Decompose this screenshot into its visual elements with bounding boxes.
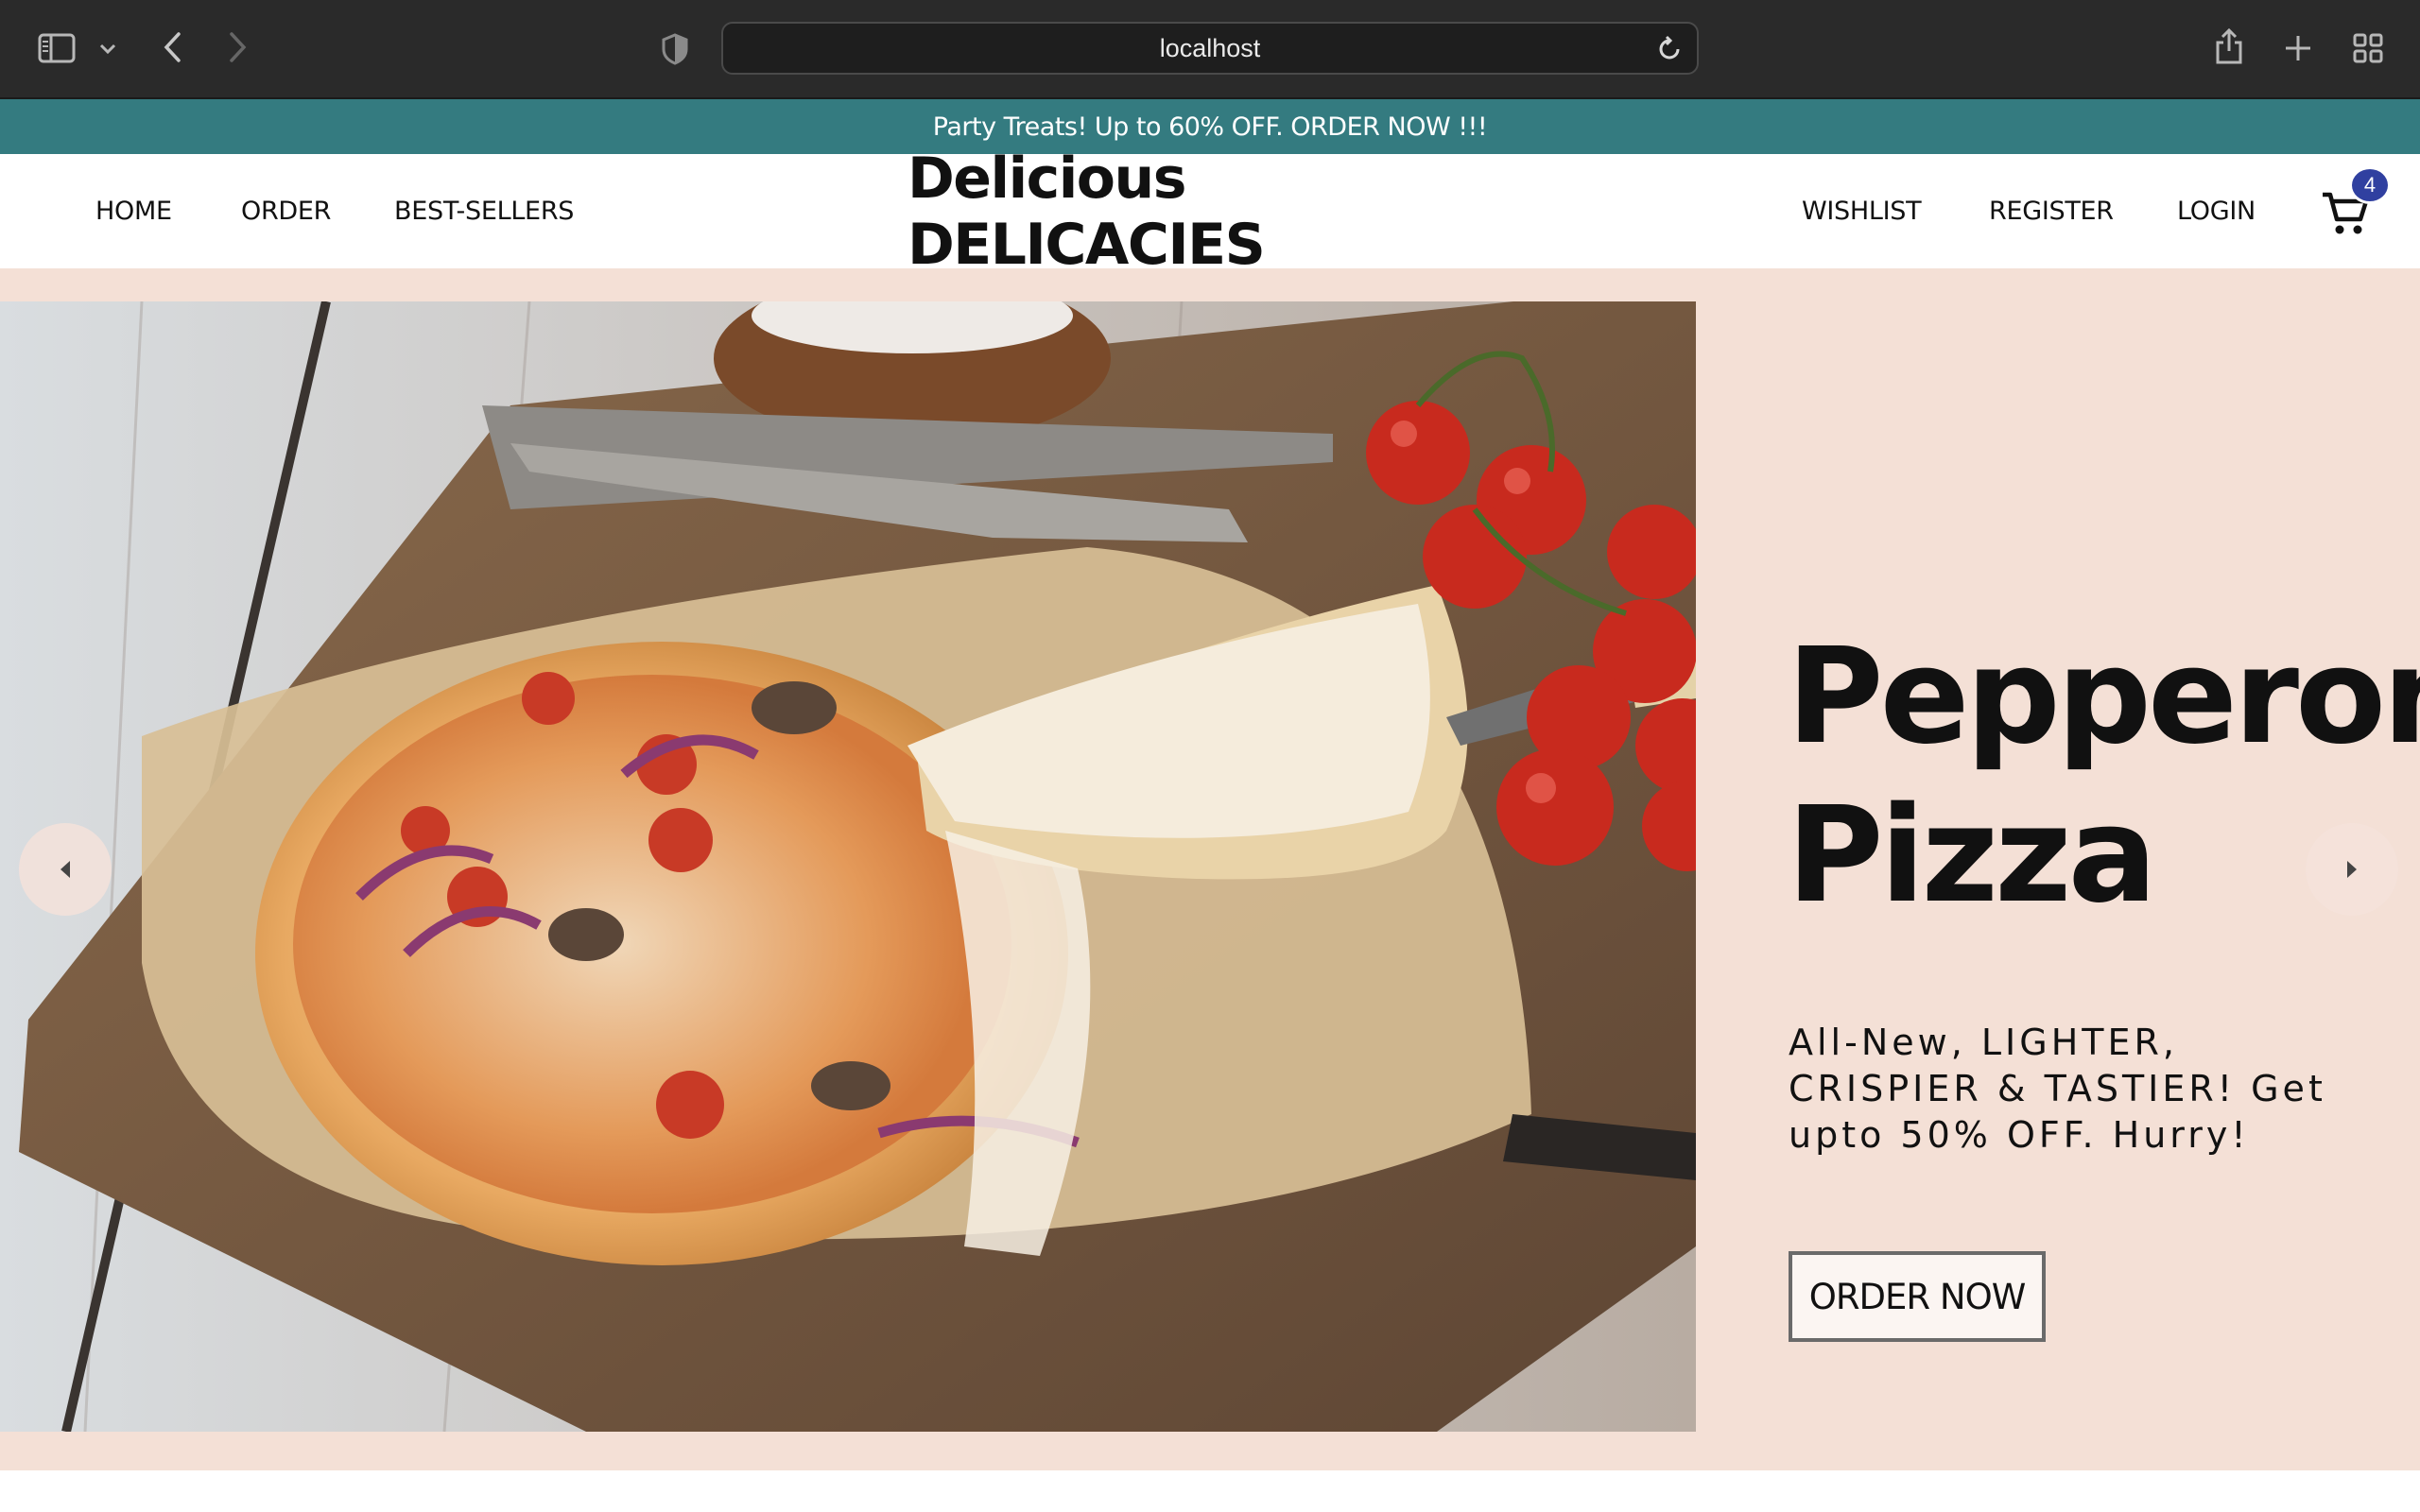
hero-title-line-1: Pepperoni (1787, 620, 2420, 774)
cart-count-badge: 4 (2349, 166, 2391, 204)
pizza-photo (0, 301, 1696, 1432)
new-tab-icon[interactable] (2280, 30, 2316, 66)
back-icon[interactable] (156, 28, 188, 66)
hero-subtitle: All-New, LIGHTER, CRISPIER & TASTIER! Ge… (1789, 1022, 2326, 1156)
nav-order[interactable]: ORDER (241, 154, 331, 268)
page-bottom (0, 1470, 2420, 1512)
carousel-prev-button[interactable] (19, 823, 112, 916)
browser-toolbar: localhost (0, 0, 2420, 99)
nav-best-sellers[interactable]: BEST-SELLERS (394, 154, 574, 268)
nav-wishlist[interactable]: WISHLIST (1802, 154, 1922, 268)
shield-icon[interactable] (659, 32, 691, 66)
caret-right-icon (2347, 861, 2357, 878)
carousel-next-button[interactable] (2306, 823, 2398, 916)
chevron-down-icon[interactable] (95, 36, 121, 62)
forward-icon[interactable] (222, 28, 254, 66)
order-now-button[interactable]: ORDER NOW (1789, 1251, 2046, 1342)
caret-left-icon (60, 861, 70, 878)
main-nav: HOME ORDER BEST-SELLERS Delicious DELICA… (0, 146, 2420, 278)
share-icon[interactable] (2212, 25, 2246, 68)
address-bar[interactable]: localhost (721, 22, 1699, 75)
reload-icon[interactable] (1655, 35, 1684, 63)
url-text: localhost (1159, 33, 1261, 62)
nav-home[interactable]: HOME (95, 154, 172, 268)
hero-carousel: Pepperoni Pizza All-New, LIGHTER, CRISPI… (0, 268, 2420, 1470)
tab-overview-icon[interactable] (2350, 30, 2386, 66)
nav-register[interactable]: REGISTER (1989, 154, 2114, 268)
sidebar-icon[interactable] (36, 30, 78, 66)
nav-login[interactable]: LOGIN (2177, 154, 2256, 268)
site-logo[interactable]: Delicious DELICACIES (908, 146, 1512, 278)
promo-text: Party Treats! Up to 60% OFF. ORDER NOW !… (932, 112, 1488, 142)
